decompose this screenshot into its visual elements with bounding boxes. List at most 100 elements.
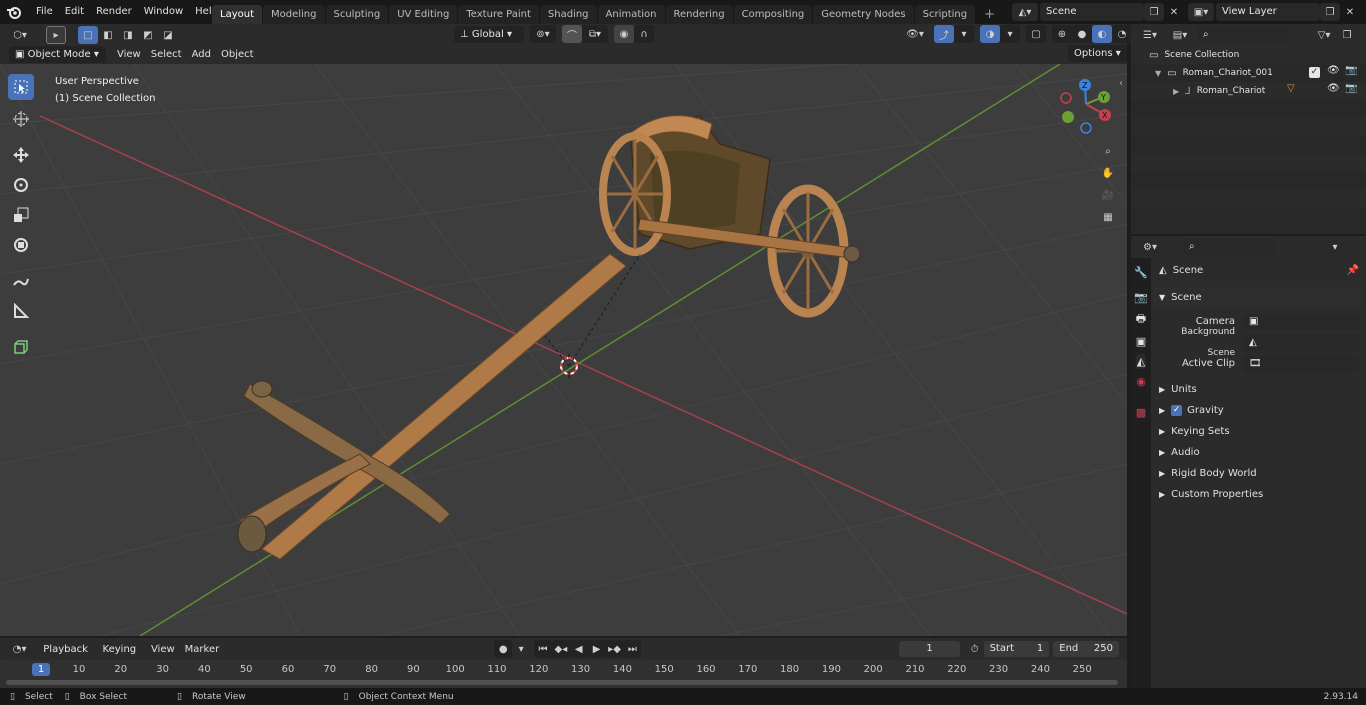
add-cube-tool-icon[interactable] bbox=[8, 334, 34, 360]
properties-search-input[interactable]: ⌕ bbox=[1183, 239, 1275, 255]
select-mode-intersect-icon[interactable]: ◪ bbox=[158, 26, 178, 44]
overlays-dropdown-icon[interactable]: ▾ bbox=[1000, 25, 1020, 43]
tab-scripting[interactable]: Scripting bbox=[914, 4, 976, 24]
pan-hand-icon[interactable]: ✋ bbox=[1098, 164, 1118, 182]
editor-type-icon[interactable]: ⬡▾ bbox=[6, 26, 34, 44]
tab-texture-paint[interactable]: Texture Paint bbox=[458, 4, 539, 24]
output-tab-icon[interactable]: 🖶 bbox=[1136, 310, 1146, 329]
preview-range-clock-icon[interactable]: ⏱ bbox=[966, 640, 984, 658]
tab-animation[interactable]: Animation bbox=[597, 4, 665, 24]
panel-expand-arrow-icon[interactable]: ▼ bbox=[1159, 287, 1165, 308]
delete-view-layer-icon[interactable]: ✕ bbox=[1340, 3, 1360, 21]
menu-render[interactable]: Render bbox=[90, 0, 138, 24]
timeline-scrollbar[interactable] bbox=[6, 680, 1118, 685]
pin-icon[interactable]: 📌 bbox=[1347, 260, 1359, 281]
rotate-tool-icon[interactable] bbox=[8, 172, 34, 198]
gizmo-dropdown-icon[interactable]: ▾ bbox=[954, 25, 974, 43]
section-expand-arrow-icon[interactable]: ▶ bbox=[1159, 463, 1165, 484]
tab-modeling[interactable]: Modeling bbox=[263, 4, 325, 24]
new-collection-icon[interactable]: ❐ bbox=[1337, 26, 1357, 44]
tab-rendering[interactable]: Rendering bbox=[665, 4, 733, 24]
proportional-edit-icon[interactable]: ◉ bbox=[614, 25, 634, 43]
section-keying-sets[interactable]: ▶ Keying Sets bbox=[1153, 421, 1363, 442]
section-expand-arrow-icon[interactable]: ▶ bbox=[1159, 484, 1165, 505]
menu-add[interactable]: Add bbox=[187, 46, 216, 63]
camera-field[interactable]: ▣ bbox=[1243, 313, 1359, 330]
active-clip-field[interactable]: 🎞 bbox=[1243, 355, 1359, 372]
tab-shading[interactable]: Shading bbox=[539, 4, 597, 24]
overlays-toggle-icon[interactable]: ◑ bbox=[980, 25, 1000, 43]
visibility-icon[interactable]: 👁▾ bbox=[902, 25, 928, 43]
material-shading-icon[interactable]: ◐ bbox=[1092, 25, 1112, 43]
scale-tool-icon[interactable] bbox=[8, 202, 34, 228]
properties-options-icon[interactable]: ▾ bbox=[1325, 238, 1345, 256]
render-tab-icon[interactable]: 📷 bbox=[1134, 291, 1148, 304]
start-frame-field[interactable]: Start 1 bbox=[983, 641, 1050, 657]
wireframe-shading-icon[interactable]: ⊕ bbox=[1052, 25, 1072, 43]
outliner-row-collection[interactable]: ▼ ▭ Roman_Chariot_001 ✓ 👁 📷 bbox=[1131, 64, 1366, 82]
filter-icon[interactable]: ▽▾ bbox=[1311, 26, 1337, 44]
blender-logo-icon[interactable] bbox=[6, 4, 22, 20]
object-mode-dropdown[interactable]: ▣ Object Mode ▾ bbox=[9, 45, 106, 63]
section-rigid-body-world[interactable]: ▶ Rigid Body World bbox=[1153, 463, 1363, 484]
record-keyframe-icon[interactable]: ● bbox=[494, 640, 513, 658]
texture-tab-icon[interactable]: ▩ bbox=[1136, 406, 1146, 419]
gravity-checkbox[interactable]: ✓ bbox=[1171, 405, 1183, 416]
view-layer-selector-icon[interactable]: ▣▾ bbox=[1188, 3, 1214, 21]
menu-edit[interactable]: Edit bbox=[59, 0, 90, 24]
add-workspace-button[interactable]: + bbox=[976, 5, 1003, 24]
expand-arrow-icon[interactable]: ▶ bbox=[1173, 87, 1179, 96]
cursor-tool-icon[interactable] bbox=[8, 106, 34, 132]
select-mode-subtract-icon[interactable]: ◨ bbox=[118, 26, 138, 44]
menu-object[interactable]: Object bbox=[216, 46, 259, 63]
outliner-row-object[interactable]: ▶ ⅃ Roman_Chariot ▽ 👁 📷 bbox=[1131, 82, 1366, 100]
menu-select[interactable]: Select bbox=[146, 46, 187, 63]
exclude-checkbox[interactable]: ✓ bbox=[1309, 67, 1320, 78]
select-box-tool-icon[interactable] bbox=[8, 74, 34, 100]
tab-sculpting[interactable]: Sculpting bbox=[325, 4, 389, 24]
scene-name-field[interactable]: Scene bbox=[1040, 3, 1144, 21]
annotate-tool-icon[interactable] bbox=[8, 268, 34, 294]
jump-end-icon[interactable]: ⏭ bbox=[623, 640, 642, 658]
options-dropdown[interactable]: Options ▾ bbox=[1068, 45, 1127, 62]
section-expand-arrow-icon[interactable]: ▶ bbox=[1159, 421, 1165, 442]
scene-tab-icon[interactable]: ◭ bbox=[1135, 354, 1147, 369]
navigation-gizmo[interactable]: Z Y X bbox=[1054, 76, 1124, 136]
render-camera-icon[interactable]: 📷 bbox=[1345, 83, 1357, 94]
keying-dropdown[interactable]: Keying ▾ bbox=[97, 641, 146, 672]
delete-scene-icon[interactable]: ✕ bbox=[1164, 3, 1184, 21]
section-expand-arrow-icon[interactable]: ▶ bbox=[1159, 442, 1165, 463]
measure-tool-icon[interactable] bbox=[8, 298, 34, 324]
select-mode-extend-icon[interactable]: ◧ bbox=[98, 26, 118, 44]
world-tab-icon[interactable]: ◉ bbox=[1136, 375, 1146, 388]
rendered-shading-icon[interactable]: ◔ bbox=[1112, 25, 1132, 43]
gizmo-toggle-icon[interactable]: ⤴ bbox=[934, 25, 954, 43]
select-mode-new-icon[interactable]: □ bbox=[78, 26, 98, 44]
jump-keyframe-forward-icon[interactable]: ▸◆ bbox=[605, 640, 624, 658]
outliner-editor-type-icon[interactable]: ☰▾ bbox=[1137, 26, 1163, 44]
snap-target-icon[interactable]: ⧉▾ bbox=[582, 25, 608, 43]
play-icon[interactable]: ▶ bbox=[587, 640, 606, 658]
3d-viewport[interactable]: User Perspective (1) Scene Collection Z … bbox=[0, 44, 1127, 636]
background-scene-field[interactable]: ◭ bbox=[1243, 334, 1359, 351]
tool-tab-icon[interactable]: 🔧 bbox=[1134, 266, 1148, 279]
tab-compositing[interactable]: Compositing bbox=[733, 4, 813, 24]
sidebar-toggle-icon[interactable]: ‹ bbox=[1119, 78, 1123, 89]
expand-arrow-icon[interactable]: ▼ bbox=[1155, 69, 1161, 78]
section-expand-arrow-icon[interactable]: ▶ bbox=[1159, 400, 1165, 421]
section-units[interactable]: ▶ Units bbox=[1153, 379, 1363, 400]
current-frame-field[interactable]: 1 bbox=[899, 641, 960, 657]
solid-shading-icon[interactable]: ● bbox=[1072, 25, 1092, 43]
zoom-icon[interactable]: ⌕ bbox=[1098, 142, 1118, 160]
section-custom-properties[interactable]: ▶ Custom Properties bbox=[1153, 484, 1363, 505]
timeline-editor-type-icon[interactable]: ◔▾ bbox=[8, 640, 32, 658]
tab-uv-editing[interactable]: UV Editing bbox=[389, 4, 458, 24]
playback-dropdown[interactable]: Playback ▾ bbox=[37, 641, 96, 672]
render-camera-icon[interactable]: 📷 bbox=[1345, 65, 1357, 76]
ortho-toggle-icon[interactable]: ▦ bbox=[1098, 208, 1118, 226]
visibility-eye-icon[interactable]: 👁 bbox=[1327, 65, 1340, 76]
auto-key-dropdown-icon[interactable]: ▾ bbox=[512, 640, 530, 658]
timeline-menu-marker[interactable]: Marker bbox=[180, 641, 225, 658]
tab-layout[interactable]: Layout bbox=[212, 4, 262, 24]
jump-start-icon[interactable]: ⏮ bbox=[534, 640, 552, 658]
